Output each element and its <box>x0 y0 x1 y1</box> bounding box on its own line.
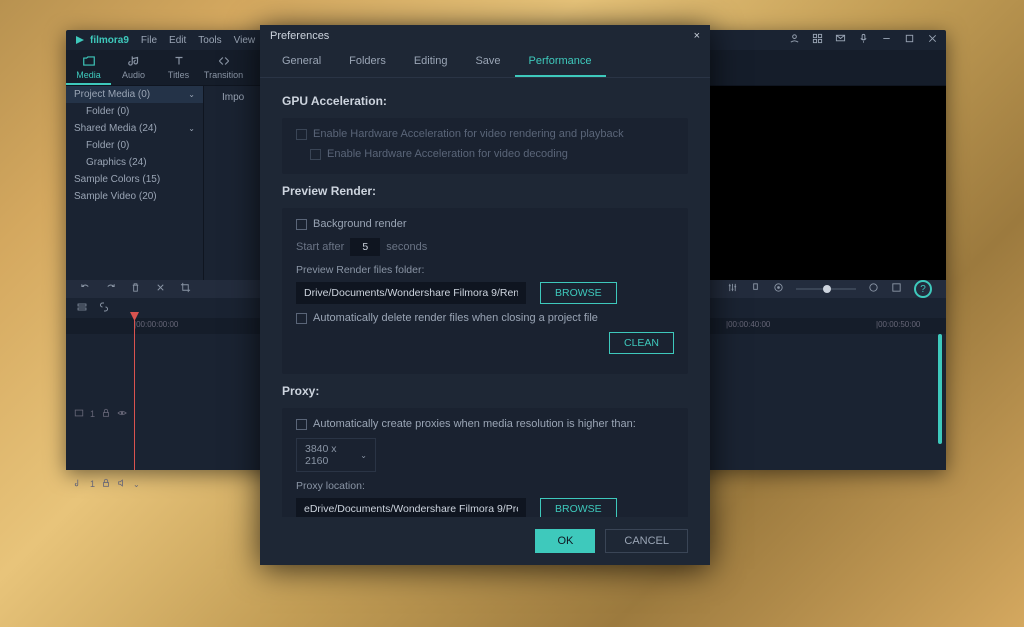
music-icon <box>74 478 84 490</box>
auto-proxy-checkbox[interactable] <box>296 419 307 430</box>
speaker-icon[interactable] <box>117 478 127 490</box>
lock-icon[interactable] <box>101 408 111 420</box>
app-menu: File Edit Tools View <box>141 35 255 46</box>
import-label[interactable]: Impo <box>222 92 244 103</box>
proxy-section-title: Proxy: <box>282 384 688 398</box>
link-icon[interactable] <box>98 301 110 315</box>
menu-file[interactable]: File <box>141 35 157 46</box>
proxy-browse-button[interactable]: BROWSE <box>540 498 617 517</box>
close-icon[interactable] <box>927 33 938 47</box>
bg-render-label: Background render <box>313 218 407 230</box>
render-folder-input[interactable] <box>296 282 526 304</box>
preferences-dialog: Preferences × General Folders Editing Sa… <box>260 25 710 565</box>
record-icon[interactable] <box>773 282 784 296</box>
hw-accel-decode-checkbox[interactable] <box>310 149 321 160</box>
sidebar-item-sample-video[interactable]: Sample Video (20) <box>66 188 203 205</box>
render-clean-button[interactable]: CLEAN <box>609 332 674 354</box>
dialog-title: Preferences <box>270 30 329 42</box>
dialog-body: GPU Acceleration: Enable Hardware Accele… <box>260 78 710 517</box>
zoom-out-icon[interactable] <box>868 282 879 296</box>
tab-media[interactable]: Media <box>66 50 111 85</box>
menu-tools[interactable]: Tools <box>198 35 221 46</box>
render-section: Preview Render: Background render Start … <box>282 184 688 374</box>
sidebar-item-graphics[interactable]: Graphics (24) <box>66 154 203 171</box>
zoom-fit-icon[interactable] <box>891 282 902 296</box>
render-folder-label: Preview Render files folder: <box>296 264 674 276</box>
mixer-icon[interactable] <box>727 282 738 296</box>
menu-edit[interactable]: Edit <box>169 35 186 46</box>
proxy-location-label: Proxy location: <box>296 480 674 492</box>
maximize-icon[interactable] <box>904 33 915 47</box>
minimize-icon[interactable] <box>881 33 892 47</box>
tab-folders[interactable]: Folders <box>335 47 400 77</box>
timeline-scrollbar[interactable] <box>938 334 942 444</box>
render-section-title: Preview Render: <box>282 184 688 198</box>
zoom-slider[interactable] <box>796 288 856 290</box>
start-after-label: Start after <box>296 241 344 253</box>
eye-icon[interactable] <box>117 408 127 420</box>
bg-render-checkbox[interactable] <box>296 219 307 230</box>
redo-icon[interactable] <box>105 282 116 296</box>
dialog-title-bar: Preferences × <box>260 25 710 47</box>
help-icon[interactable]: ? <box>914 280 932 298</box>
sidebar-item-folder[interactable]: Folder (0) <box>66 103 203 120</box>
tab-audio[interactable]: Audio <box>111 50 156 85</box>
layers-icon[interactable] <box>76 301 88 315</box>
auto-proxy-label: Automatically create proxies when media … <box>313 418 636 430</box>
hw-accel-render-checkbox[interactable] <box>296 129 307 140</box>
app-logo: filmora9 <box>74 34 129 46</box>
menu-view[interactable]: View <box>234 35 256 46</box>
tab-editing[interactable]: Editing <box>400 47 462 77</box>
proxy-location-input[interactable] <box>296 498 526 517</box>
sidebar-item-sample-colors[interactable]: Sample Colors (15) <box>66 171 203 188</box>
auto-delete-render-checkbox[interactable] <box>296 313 307 324</box>
ok-button[interactable]: OK <box>535 529 595 553</box>
render-browse-button[interactable]: BROWSE <box>540 282 617 304</box>
auto-delete-render-label: Automatically delete render files when c… <box>313 312 598 324</box>
proxy-resolution-select[interactable]: 3840 x 2160⌄ <box>296 438 376 472</box>
proxy-section: Proxy: Automatically create proxies when… <box>282 384 688 517</box>
start-after-input[interactable] <box>350 238 380 256</box>
image-icon <box>74 408 84 420</box>
window-controls <box>789 33 938 47</box>
sidebar-item-folder-2[interactable]: Folder (0) <box>66 137 203 154</box>
delete-icon[interactable] <box>130 282 141 296</box>
grid-icon[interactable] <box>812 33 823 47</box>
playhead[interactable] <box>134 312 135 470</box>
message-icon[interactable] <box>835 33 846 47</box>
gpu-section-title: GPU Acceleration: <box>282 94 688 108</box>
cancel-button[interactable]: CANCEL <box>605 529 688 553</box>
cut-icon[interactable] <box>155 282 166 296</box>
tab-general[interactable]: General <box>268 47 335 77</box>
dialog-footer: OK CANCEL <box>260 517 710 565</box>
dialog-tabs: General Folders Editing Save Performance <box>260 47 710 78</box>
tab-save[interactable]: Save <box>461 47 514 77</box>
hw-accel-decode-label: Enable Hardware Acceleration for video d… <box>327 148 568 160</box>
user-icon[interactable] <box>789 33 800 47</box>
gpu-section: GPU Acceleration: Enable Hardware Accele… <box>282 94 688 174</box>
tab-transition[interactable]: Transition <box>201 50 246 85</box>
hw-accel-render-label: Enable Hardware Acceleration for video r… <box>313 128 624 140</box>
undo-icon[interactable] <box>80 282 91 296</box>
lock-icon[interactable] <box>101 478 111 490</box>
tab-titles[interactable]: Titles <box>156 50 201 85</box>
seconds-label: seconds <box>386 241 427 253</box>
close-icon[interactable]: × <box>694 30 700 42</box>
mic-icon[interactable] <box>858 33 869 47</box>
sidebar-item-project-media[interactable]: Project Media (0)⌄ <box>66 86 203 103</box>
marker-icon[interactable] <box>750 282 761 296</box>
tab-performance[interactable]: Performance <box>515 47 606 77</box>
crop-icon[interactable] <box>180 282 191 296</box>
sidebar-item-shared-media[interactable]: Shared Media (24)⌄ <box>66 120 203 137</box>
